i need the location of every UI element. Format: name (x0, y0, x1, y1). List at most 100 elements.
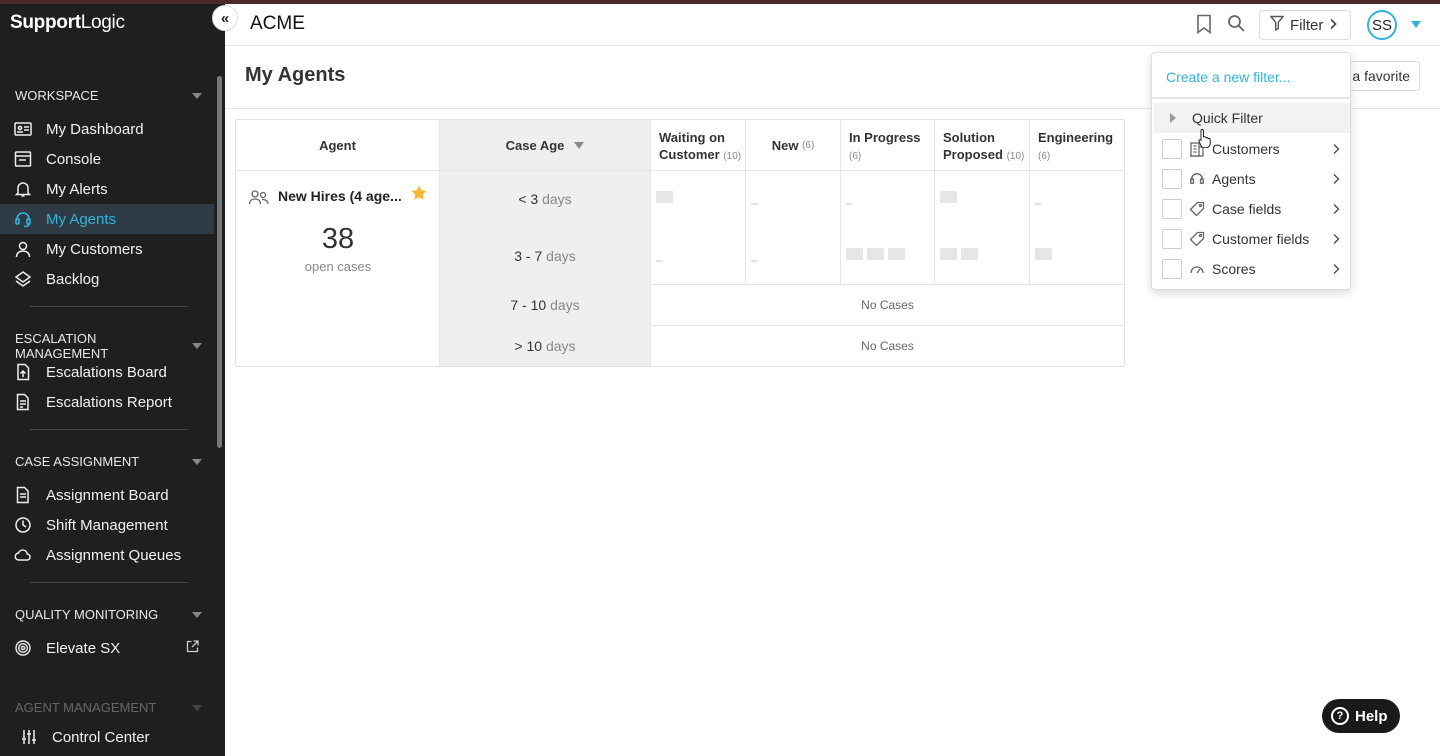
age-range-value: 3 - 7 (514, 248, 543, 264)
no-cases-label: No Cases (861, 298, 914, 312)
filter-item-label: Customers (1212, 141, 1280, 157)
case-block[interactable] (656, 191, 673, 203)
empty-dash: – (751, 253, 758, 267)
brand-logo-light: Logic (80, 12, 125, 33)
case-block[interactable] (846, 248, 863, 260)
section-case-assignment[interactable]: CASE ASSIGNMENT (15, 454, 205, 469)
agent-group-name[interactable]: New Hires (4 age... (278, 188, 402, 204)
status-cell-waiting[interactable]: – (651, 171, 746, 285)
caret-down-icon (192, 343, 202, 349)
help-button[interactable]: ? Help (1322, 699, 1400, 733)
status-cell-new[interactable]: – – (746, 171, 841, 285)
sidebar-item-my-customers[interactable]: My Customers (0, 234, 214, 264)
column-header-waiting-on-customer[interactable]: Waiting on Customer (10) (651, 120, 746, 171)
checkbox[interactable] (1162, 169, 1182, 189)
chevron-right-icon (1332, 142, 1340, 158)
column-header-solution-proposed[interactable]: Solution Proposed (10) (935, 120, 1030, 171)
column-header-agent[interactable]: Agent (236, 120, 440, 171)
create-filter-link[interactable]: Create a new filter... (1166, 69, 1291, 85)
sidebar-item-my-dashboard[interactable]: My Dashboard (0, 114, 214, 144)
age-range-gt10: > 10 days (440, 338, 650, 354)
org-name: ACME (250, 13, 305, 34)
headset-icon (1188, 170, 1206, 188)
sidebar-item-backlog[interactable]: Backlog (0, 264, 214, 294)
filter-item-customers[interactable]: Customers (1152, 134, 1350, 164)
people-icon (248, 189, 270, 210)
column-header-label: Customer (659, 147, 720, 162)
doc-report-icon (14, 393, 32, 411)
case-block[interactable] (940, 248, 957, 260)
sidebar-item-console[interactable]: Console (0, 144, 214, 174)
column-count: (6) (849, 151, 862, 162)
headset-icon (14, 210, 32, 228)
cloud-icon (14, 546, 32, 564)
sidebar-divider (30, 306, 188, 307)
sidebar-item-elevate-sx[interactable]: Elevate SX (0, 633, 214, 663)
sidebar-item-escalations-report[interactable]: Escalations Report (0, 387, 214, 417)
caret-down-icon[interactable] (1411, 21, 1421, 28)
section-agent-management[interactable]: AGENT MANAGEMENT (15, 700, 205, 715)
sidebar-divider (30, 582, 188, 583)
filter-item-scores[interactable]: Scores (1152, 254, 1350, 284)
column-header-engineering[interactable]: Engineering (6) (1030, 120, 1124, 171)
tag-icon (1188, 200, 1206, 218)
sidebar-item-label: Control Center (52, 728, 150, 746)
sidebar-item-assignment-queues[interactable]: Assignment Queues (0, 540, 214, 570)
bookmark-icon[interactable] (1196, 14, 1212, 39)
add-favorite-button[interactable]: l a favorite (1340, 61, 1420, 91)
column-header-in-progress[interactable]: In Progress (6) (841, 120, 935, 171)
checkbox[interactable] (1162, 199, 1182, 219)
age-range-unit: days (550, 297, 580, 313)
sidebar-item-label: My Agents (46, 210, 117, 228)
filter-item-label: Customer fields (1212, 231, 1310, 247)
case-block[interactable] (867, 248, 884, 260)
chevron-right-icon (1332, 262, 1340, 278)
section-label: CASE ASSIGNMENT (15, 454, 140, 469)
window-icon (14, 150, 32, 168)
search-icon[interactable] (1227, 14, 1246, 38)
column-header-new[interactable]: New (6) (746, 120, 841, 171)
case-block[interactable] (888, 248, 905, 260)
age-range-value: < 3 (518, 191, 539, 207)
tag-icon (1188, 230, 1206, 248)
filter-item-agents[interactable]: Agents (1152, 164, 1350, 194)
case-block[interactable] (940, 191, 957, 203)
sidebar-item-my-alerts[interactable]: My Alerts (0, 174, 214, 204)
status-cell-engineering[interactable]: – (1030, 171, 1124, 285)
filter-button[interactable]: Filter (1259, 10, 1351, 40)
filter-item-case-fields[interactable]: Case fields (1152, 194, 1350, 224)
age-range-value: 7 - 10 (510, 297, 547, 313)
page-title: My Agents (245, 64, 346, 86)
stack-icon (14, 270, 32, 288)
status-cell-solution-proposed[interactable] (935, 171, 1030, 285)
sidebar-item-assignment-board[interactable]: Assignment Board (0, 480, 214, 510)
checkbox[interactable] (1162, 139, 1182, 159)
case-block[interactable] (1035, 248, 1052, 260)
section-quality-monitoring[interactable]: QUALITY MONITORING (15, 607, 205, 622)
sidebar-item-escalations-board[interactable]: Escalations Board (0, 357, 214, 387)
empty-dash: – (656, 253, 663, 267)
quick-filter-item[interactable]: Quick Filter (1154, 103, 1350, 133)
sort-down-icon[interactable] (574, 141, 585, 149)
agent-group-cell[interactable]: New Hires (4 age... 38 open cases (236, 171, 440, 366)
sidebar-scrollbar[interactable] (217, 76, 222, 448)
filter-item-customer-fields[interactable]: Customer fields (1152, 224, 1350, 254)
avatar[interactable]: SS (1367, 10, 1397, 40)
checkbox[interactable] (1162, 229, 1182, 249)
age-range-lt3: < 3 days (440, 191, 650, 207)
checkbox[interactable] (1162, 259, 1182, 279)
star-icon[interactable] (410, 184, 428, 207)
status-cell-in-progress[interactable]: – (841, 171, 935, 285)
section-workspace[interactable]: WORKSPACE (15, 88, 205, 103)
case-block[interactable] (961, 248, 978, 260)
brand-logo[interactable]: SupportLogic (10, 12, 125, 34)
sidebar-item-my-agents[interactable]: My Agents (0, 204, 214, 234)
sidebar-item-shift-management[interactable]: Shift Management (0, 510, 214, 540)
collapse-sidebar-button[interactable]: « (212, 5, 238, 31)
age-range-unit: days (545, 338, 576, 354)
chevron-right-icon (1332, 202, 1340, 218)
age-range-unit: days (542, 191, 572, 207)
sidebar-item-control-center[interactable]: Control Center (0, 722, 214, 752)
column-header-case-age[interactable]: Case Age (440, 120, 651, 171)
gauge-icon (1188, 260, 1206, 278)
